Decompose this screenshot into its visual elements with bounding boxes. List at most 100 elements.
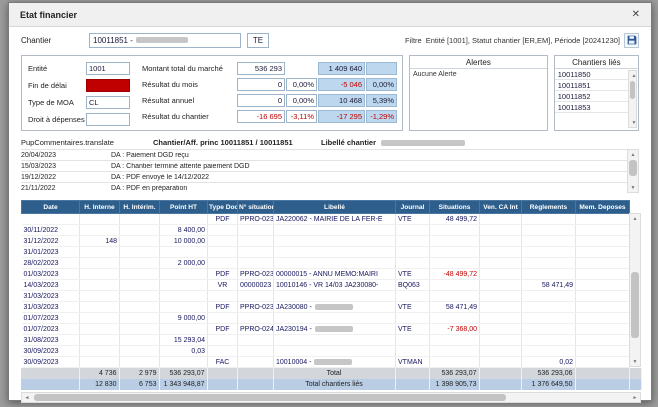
table-row[interactable]: 01/07/2023PDFPPRO-024JA230194 -VTE-7 368… — [22, 324, 630, 335]
comment-text: DA : PDF envoyé le 14/12/2022 — [111, 174, 209, 181]
table-cell — [238, 346, 274, 357]
scroll-down-icon[interactable]: ▼ — [630, 357, 640, 366]
table-cell — [120, 346, 160, 357]
table-cell — [80, 335, 120, 346]
scroll-up-icon[interactable]: ▲ — [629, 71, 639, 80]
table-row[interactable]: 31/08/202315 293,04 — [22, 335, 630, 346]
table-row[interactable]: 31/12/202214810 000,00 — [22, 236, 630, 247]
totals-filler-cell — [629, 379, 641, 390]
result-value[interactable]: 536 293 — [237, 62, 285, 75]
result-value[interactable]: 0 — [237, 94, 285, 107]
totals-table: 4 7362 979536 293,07Total536 293,07536 2… — [21, 368, 642, 390]
table-cell — [274, 225, 396, 236]
table-row[interactable]: 14/03/2023VR0000002310010146 - VR 14/03 … — [22, 280, 630, 291]
result-value[interactable]: -16 695 — [237, 110, 285, 123]
comment-row[interactable]: 21/11/2022DA : PDF en préparation — [21, 182, 639, 193]
scroll-right-icon[interactable]: ► — [630, 393, 640, 402]
comment-date: 15/03/2023 — [21, 163, 111, 170]
table-cell: 10 000,00 — [160, 236, 208, 247]
table-cell — [274, 258, 396, 269]
totals-cell — [237, 368, 273, 379]
scrollbar-thumb[interactable] — [630, 81, 635, 99]
chantier-input[interactable]: 10011851 - — [89, 33, 241, 48]
column-header[interactable]: Libellé — [274, 201, 396, 214]
column-header[interactable]: N° situation — [238, 201, 274, 214]
totals-cell: 6 753 — [119, 379, 159, 390]
scroll-down-icon[interactable]: ▼ — [628, 183, 638, 192]
column-header[interactable]: H. Interne — [80, 201, 120, 214]
scrollbar-thumb[interactable] — [34, 394, 506, 401]
table-cell — [576, 225, 630, 236]
comments-scrollbar[interactable]: ▲ ▼ — [627, 149, 639, 193]
column-header[interactable]: Point HT — [160, 201, 208, 214]
horizontal-scrollbar[interactable]: ◄ ► — [21, 392, 641, 403]
totals-cell: 4 736 — [79, 368, 119, 379]
table-row[interactable]: 31/03/2023 — [22, 291, 630, 302]
result-percent: 0,00% — [286, 94, 317, 107]
close-icon[interactable]: ✕ — [632, 10, 640, 20]
scroll-left-icon[interactable]: ◄ — [22, 393, 32, 402]
column-header[interactable]: Ven. CA Int — [480, 201, 522, 214]
column-header[interactable]: Date — [22, 201, 80, 214]
table-cell: VTE — [396, 269, 430, 280]
totals-cell: 536 293,07 — [159, 368, 207, 379]
table-row[interactable]: 30/09/2023FAC10010004 -VTMAN0,02 — [22, 357, 630, 368]
comment-row[interactable]: 15/03/2023DA : Chantier terminé attente … — [21, 160, 639, 171]
field-input[interactable]: 1001 — [86, 62, 130, 75]
table-cell: 0,02 — [522, 357, 576, 368]
table-row[interactable]: 31/03/2023PDFPPRO-023JA230080 -VTE58 471… — [22, 302, 630, 313]
comments-list: 20/04/2023DA : Paiement DGD reçu15/03/20… — [21, 149, 639, 193]
chantier-lie-item[interactable]: 10011853 — [555, 102, 629, 113]
table-cell — [208, 335, 238, 346]
table-row[interactable]: 28/02/20232 000,00 — [22, 258, 630, 269]
save-filter-button[interactable] — [624, 33, 639, 48]
field-row: Type de MOACL — [28, 96, 130, 109]
table-cell — [238, 225, 274, 236]
table-row[interactable]: 01/03/2023PDFPPRO-02300000015 - ANNU MEM… — [22, 269, 630, 280]
chantier-lie-item[interactable]: 10011851 — [555, 80, 629, 91]
alertes-content: Aucune Alerte — [413, 71, 457, 78]
column-header[interactable]: Type Doc — [208, 201, 238, 214]
field-input[interactable] — [86, 79, 130, 92]
column-header[interactable]: Journal — [396, 201, 430, 214]
column-header[interactable]: Mem. Deposes — [576, 201, 630, 214]
table-cell: VTMAN — [396, 357, 430, 368]
table-cell: PPRO-023 — [238, 269, 274, 280]
scroll-up-icon[interactable]: ▲ — [628, 150, 638, 159]
comment-row[interactable]: 19/12/2022DA : PDF envoyé le 14/12/2022 — [21, 171, 639, 182]
table-row[interactable]: 30/11/20228 400,00 — [22, 225, 630, 236]
field-input[interactable] — [86, 113, 130, 126]
table-row[interactable]: PDFPPRO-023JA220062 - MAIRIE DE LA FER-E… — [22, 214, 630, 225]
table-cell — [480, 324, 522, 335]
scrollbar-thumb[interactable] — [631, 272, 639, 338]
field-input[interactable]: CL — [86, 96, 130, 109]
te-field[interactable]: TE — [247, 33, 269, 48]
column-header[interactable]: Situations — [430, 201, 480, 214]
table-cell — [576, 357, 630, 368]
scroll-up-icon[interactable]: ▲ — [630, 214, 640, 223]
cell-text: JA230194 - — [276, 326, 312, 333]
table-vertical-scrollbar[interactable]: ▲ ▼ — [629, 213, 641, 367]
table-row[interactable]: 01/07/20239 000,00 — [22, 313, 630, 324]
chantier-lie-item[interactable]: 10011852 — [555, 91, 629, 102]
chantiers-lies-scrollbar[interactable]: ▲ ▼ — [628, 70, 637, 128]
chantier-lie-item[interactable]: 10011850 — [555, 69, 629, 80]
scrollbar-thumb[interactable] — [629, 160, 637, 176]
table-row[interactable]: 30/09/20230,03 — [22, 346, 630, 357]
dialog-titlebar: Etat financier ✕ — [9, 3, 651, 27]
table-cell: 01/07/2023 — [22, 313, 80, 324]
comments-panel: PupCommentaires.translate Chantier/Aff. … — [21, 135, 639, 196]
table-cell: JA230080 - — [274, 302, 396, 313]
table-cell — [430, 357, 480, 368]
table-cell: 00000015 - ANNU MEMO:MAIRI — [274, 269, 396, 280]
table-cell — [80, 214, 120, 225]
column-header[interactable]: H. Intérim. — [120, 201, 160, 214]
field-label: Fin de délai — [28, 81, 86, 90]
result-value[interactable]: 0 — [237, 78, 285, 91]
table-row[interactable]: 31/01/2023 — [22, 247, 630, 258]
table-cell — [238, 291, 274, 302]
comment-row[interactable]: 20/04/2023DA : Paiement DGD reçu — [21, 149, 639, 160]
table-cell — [480, 313, 522, 324]
column-header[interactable]: Règlements — [522, 201, 576, 214]
scroll-down-icon[interactable]: ▼ — [629, 118, 639, 127]
